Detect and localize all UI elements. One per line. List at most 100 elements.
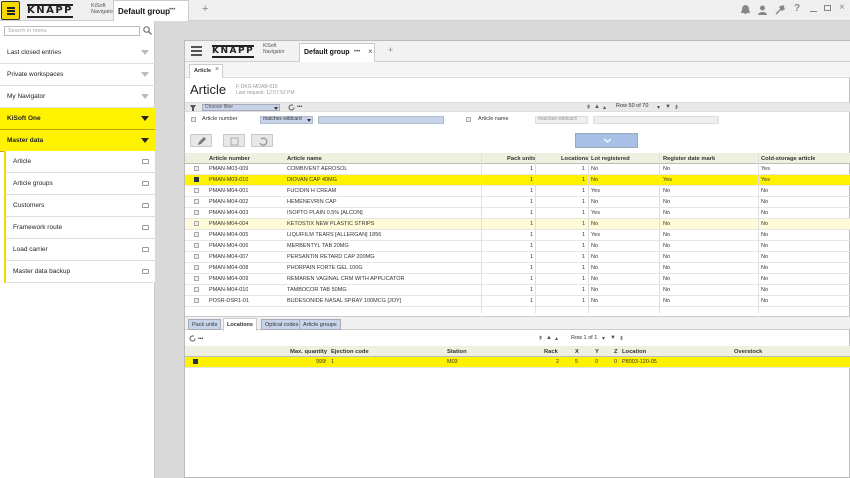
- table-row[interactable]: PMAN-M04-002 HEMENEVRIN CAP 1 1 No No No: [185, 197, 850, 208]
- row-checkbox[interactable]: [194, 177, 199, 182]
- table-row[interactable]: PMAN-M04-006 MERBENTYL TAB 20MG 1 1 No No No: [185, 241, 850, 252]
- table-row[interactable]: POSR-DSR1-01 BUDESONIDE NASAL SPRAY 100MC…: [185, 296, 850, 307]
- col-article-name[interactable]: Article name: [287, 154, 322, 164]
- table-row[interactable]: PMAN-M04-003 ISOPTO PLAIN 0.5% [ALCON] 1 1 Y…: [185, 208, 850, 219]
- minimize-icon[interactable]: [810, 11, 817, 12]
- location-row[interactable]: 9999 1 M03 2 5 0 0 P8003-120-05: [185, 357, 850, 368]
- more-button[interactable]: •••: [297, 104, 302, 110]
- expand-filter-button[interactable]: [575, 133, 638, 148]
- tab-optical-codes[interactable]: Optical codes: [261, 319, 303, 330]
- refresh-icon[interactable]: [288, 104, 295, 111]
- choose-filter-select[interactable]: Choose filter: [202, 104, 280, 111]
- tab-more-button[interactable]: •••: [169, 7, 175, 13]
- detail-last-page-icon[interactable]: ⇟: [619, 335, 624, 342]
- detail-first-page-icon[interactable]: ⇞: [538, 335, 543, 342]
- tab-default-group[interactable]: Default group •••: [113, 0, 189, 21]
- filter-icon[interactable]: [190, 105, 196, 111]
- detail-next-row-icon[interactable]: ▾: [602, 335, 605, 342]
- row-checkbox[interactable]: [194, 243, 199, 248]
- subtab-close-icon[interactable]: ×: [215, 66, 219, 73]
- table-row[interactable]: PMAN-M04-009 REMAREN VAGINAL CRM WITH APP…: [185, 274, 850, 285]
- detail-prev-row-icon[interactable]: ▴: [555, 335, 558, 342]
- row-checkbox[interactable]: [194, 188, 199, 193]
- row-checkbox[interactable]: [194, 276, 199, 281]
- inner-hamburger-icon[interactable]: [191, 46, 202, 56]
- row-checkbox[interactable]: [194, 287, 199, 292]
- next-page-icon[interactable]: ▼: [665, 104, 671, 110]
- sidebar-item-last-closed[interactable]: Last closed entries: [0, 42, 155, 64]
- detail-next-page-icon[interactable]: ▼: [610, 335, 616, 341]
- filter2-checkbox[interactable]: [466, 117, 471, 122]
- prev-row-icon[interactable]: ▴: [603, 104, 606, 111]
- hamburger-menu-button[interactable]: [1, 1, 20, 20]
- filter2-value-input[interactable]: [593, 116, 719, 124]
- sidebar-item-master-data-backup[interactable]: Master data backup: [4, 261, 155, 283]
- row-checkbox[interactable]: [194, 210, 199, 215]
- table-row[interactable]: PMAN-M04-001 FUCIDIN H CREAM 1 1 Yes No No: [185, 186, 850, 197]
- row-checkbox[interactable]: [194, 298, 199, 303]
- row-checkbox[interactable]: [194, 265, 199, 270]
- copy-button[interactable]: [223, 134, 245, 147]
- close-icon[interactable]: ×: [839, 2, 845, 13]
- sidebar-item-article-groups[interactable]: Article groups: [4, 173, 155, 195]
- col-register-date-mark[interactable]: Register date mark: [663, 154, 715, 164]
- subtab-article[interactable]: Article ×: [189, 64, 223, 78]
- table-row[interactable]: PMAN-M04-010 TAMBOCOR TAB 50MG 1 1 No No No: [185, 285, 850, 296]
- table-row[interactable]: PMAN-M03-010 DIOVAN CAP 40MG 1 1 No Yes Yes: [185, 175, 850, 186]
- sidebar-item-private-workspaces[interactable]: Private workspaces: [0, 64, 155, 86]
- inner-tab-more-button[interactable]: •••: [354, 49, 360, 55]
- filter2-operator-select[interactable]: matches wildcard: [535, 116, 588, 124]
- tab-article-groups[interactable]: Article groups: [299, 319, 341, 330]
- col-article-number[interactable]: Article number: [209, 154, 250, 164]
- detail-more-button[interactable]: •••: [198, 336, 203, 342]
- expand-triangle-icon: [141, 116, 149, 121]
- detail-prev-page-icon[interactable]: ▲: [546, 335, 552, 341]
- sidebar-item-article[interactable]: Article: [4, 151, 155, 173]
- edit-button[interactable]: [190, 134, 212, 147]
- menu-search-input[interactable]: Search in menu: [4, 26, 140, 36]
- restore-icon[interactable]: [824, 5, 831, 11]
- detail-refresh-icon[interactable]: [189, 335, 196, 342]
- row-checkbox[interactable]: [194, 221, 199, 226]
- user-icon[interactable]: [758, 5, 767, 15]
- col-cold-storage[interactable]: Cold-storage article: [761, 154, 815, 164]
- bell-icon[interactable]: [741, 5, 750, 15]
- row-checkbox[interactable]: [194, 199, 199, 204]
- sidebar-item-load-carrier[interactable]: Load carrier: [4, 239, 155, 261]
- table-row[interactable]: PMAN-M04-007 PERSANTIN RETARD CAP 200MG 1 1…: [185, 252, 850, 263]
- filter1-operator-select[interactable]: matches wildcard: [260, 116, 313, 124]
- table-row[interactable]: PMAN-M04-008 PHORPAIN FORTE GEL 100G 1 1 No N…: [185, 263, 850, 274]
- tab-pack-units[interactable]: Pack units: [188, 319, 222, 330]
- sidebar-item-customers[interactable]: Customers: [4, 195, 155, 217]
- table-row[interactable]: PMAN-M03-009 COMBIVENT AEROSOL 1 1 No No Yes: [185, 164, 850, 175]
- row-checkbox[interactable]: [194, 232, 199, 237]
- prev-page-icon[interactable]: ▲: [594, 104, 600, 110]
- help-icon[interactable]: ?: [794, 3, 800, 14]
- row-checkbox[interactable]: [194, 166, 199, 171]
- search-icon[interactable]: [143, 26, 152, 35]
- table-row[interactable]: PMAN-M04-004 KETOSTIX NEW PLASTIC STRIPS 1…: [185, 219, 850, 230]
- next-row-icon[interactable]: ▾: [657, 104, 660, 111]
- sidebar-item-framework-route[interactable]: Framework route: [4, 217, 155, 239]
- location-row-checkbox[interactable]: [193, 359, 198, 364]
- first-page-icon[interactable]: ⇞: [586, 104, 591, 111]
- filter1-checkbox[interactable]: [191, 117, 196, 122]
- sidebar-item-my-navigator[interactable]: My Navigator: [0, 86, 155, 108]
- tools-icon[interactable]: [775, 5, 785, 15]
- row-checkbox[interactable]: [194, 254, 199, 259]
- inner-tab-close-icon[interactable]: ×: [368, 47, 373, 56]
- col-pack-units[interactable]: Pack units: [507, 154, 536, 164]
- sidebar-item-kisoft-one[interactable]: KiSoft One: [0, 108, 155, 130]
- undo-button[interactable]: [251, 134, 273, 147]
- inner-tab-default-group[interactable]: Default group ••• ×: [299, 43, 375, 62]
- tab-locations[interactable]: Locations: [223, 318, 257, 331]
- add-tab-button[interactable]: +: [202, 3, 208, 15]
- last-page-icon[interactable]: ⇟: [674, 104, 679, 111]
- sidebar-item-master-data[interactable]: Master data: [0, 130, 155, 152]
- table-row[interactable]: PMAN-M04-005 LIQUIFILM TEARS [ALLERGAN] 1…: [185, 230, 850, 241]
- col-lot-registered[interactable]: Lot registered: [591, 154, 630, 164]
- inner-add-tab-button[interactable]: +: [388, 45, 393, 55]
- col-locations[interactable]: Locations: [561, 154, 588, 164]
- filter1-value-input[interactable]: [318, 116, 444, 124]
- undo-icon: [259, 137, 268, 146]
